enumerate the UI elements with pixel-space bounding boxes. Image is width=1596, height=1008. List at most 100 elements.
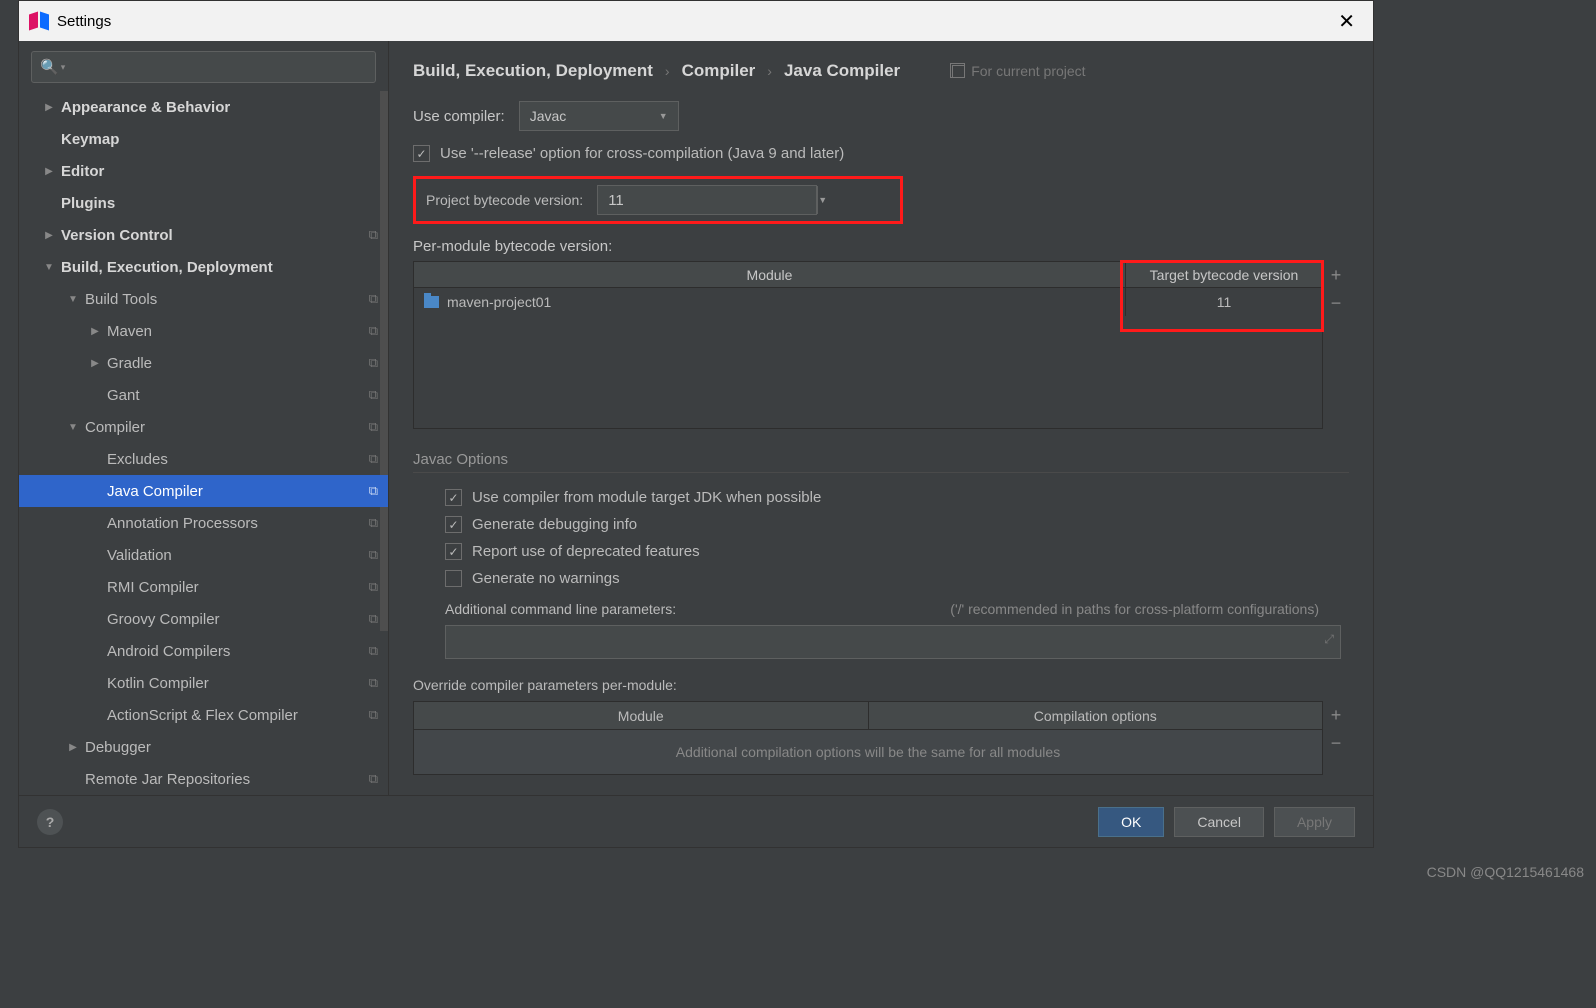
help-button[interactable]: ? bbox=[37, 809, 63, 835]
override-table: Module Compilation options Additional co… bbox=[413, 701, 1323, 775]
tree-arrow-icon: ▶ bbox=[43, 102, 55, 113]
use-compiler-label: Use compiler: bbox=[413, 108, 505, 125]
no-warnings-checkbox[interactable]: Generate no warnings bbox=[445, 570, 1349, 587]
sidebar-item-build-execution-deployment[interactable]: ▼Build, Execution, Deployment bbox=[19, 251, 388, 283]
watermark: CSDN @QQ1215461468 bbox=[1427, 864, 1584, 880]
sidebar-item-build-tools[interactable]: ▼Build Tools⧉ bbox=[19, 283, 388, 315]
tree-arrow-icon: ▼ bbox=[67, 294, 79, 305]
per-module-label: Per-module bytecode version: bbox=[413, 238, 1349, 255]
checkbox-icon bbox=[445, 516, 462, 533]
sidebar-item-gradle[interactable]: ▶Gradle⧉ bbox=[19, 347, 388, 379]
copy-icon: ⧉ bbox=[369, 547, 378, 563]
module-header: Module bbox=[414, 262, 1126, 287]
target-bytecode-header: Target bytecode version bbox=[1126, 262, 1322, 287]
tree-arrow-icon: ▶ bbox=[89, 326, 101, 337]
search-input[interactable]: 🔍▾ bbox=[31, 51, 376, 83]
sidebar-item-version-control[interactable]: ▶Version Control⧉ bbox=[19, 219, 388, 251]
override-empty-text: Additional compilation options will be t… bbox=[414, 730, 1322, 774]
module-bytecode-table: Module Target bytecode version maven-pro… bbox=[413, 261, 1323, 429]
use-module-jdk-checkbox[interactable]: Use compiler from module target JDK when… bbox=[445, 489, 1349, 506]
tree-arrow-icon: ▶ bbox=[89, 358, 101, 369]
sidebar-item-compiler[interactable]: ▼Compiler⧉ bbox=[19, 411, 388, 443]
chevron-down-icon: ▾ bbox=[61, 62, 66, 73]
crumb-3: Java Compiler bbox=[784, 61, 900, 81]
sidebar-item-keymap[interactable]: Keymap bbox=[19, 123, 388, 155]
generate-debug-checkbox[interactable]: Generate debugging info bbox=[445, 516, 1349, 533]
sidebar-item-annotation-processors[interactable]: Annotation Processors⧉ bbox=[19, 507, 388, 539]
chevron-right-icon: › bbox=[665, 63, 670, 79]
table-row[interactable]: maven-project01 11 bbox=[414, 288, 1322, 316]
tree-arrow-icon: ▶ bbox=[67, 742, 79, 753]
copy-icon: ⧉ bbox=[369, 771, 378, 787]
copy-icon: ⧉ bbox=[369, 675, 378, 691]
sidebar-item-groovy-compiler[interactable]: Groovy Compiler⧉ bbox=[19, 603, 388, 635]
sidebar-item-remote-jar-repositories[interactable]: Remote Jar Repositories⧉ bbox=[19, 763, 388, 795]
sidebar-item-maven[interactable]: ▶Maven⧉ bbox=[19, 315, 388, 347]
copy-icon: ⧉ bbox=[369, 515, 378, 531]
module-icon bbox=[424, 296, 439, 308]
copy-icon: ⧉ bbox=[369, 419, 378, 435]
tree-arrow-icon: ▼ bbox=[67, 422, 79, 433]
copy-icon: ⧉ bbox=[369, 355, 378, 371]
apply-button[interactable]: Apply bbox=[1274, 807, 1355, 837]
add-override-button[interactable]: + bbox=[1323, 701, 1349, 729]
chevron-down-icon: ▼ bbox=[659, 111, 668, 121]
sidebar-item-java-compiler[interactable]: Java Compiler⧉ bbox=[19, 475, 388, 507]
ok-button[interactable]: OK bbox=[1098, 807, 1164, 837]
copy-icon: ⧉ bbox=[369, 323, 378, 339]
copy-icon: ⧉ bbox=[369, 579, 378, 595]
window-title: Settings bbox=[57, 13, 1330, 30]
add-module-button[interactable]: + bbox=[1323, 261, 1349, 289]
close-icon[interactable]: ✕ bbox=[1330, 5, 1363, 38]
sidebar-item-validation[interactable]: Validation⧉ bbox=[19, 539, 388, 571]
copy-icon: ⧉ bbox=[369, 451, 378, 467]
checkbox-icon bbox=[445, 489, 462, 506]
sidebar-item-excludes[interactable]: Excludes⧉ bbox=[19, 443, 388, 475]
sidebar-item-rmi-compiler[interactable]: RMI Compiler⧉ bbox=[19, 571, 388, 603]
dialog-footer: ? OK Cancel Apply bbox=[19, 795, 1373, 847]
project-bytecode-select[interactable]: ▼ bbox=[597, 185, 817, 215]
additional-params-input[interactable]: ⤢ bbox=[445, 625, 1341, 659]
chevron-down-icon[interactable]: ▼ bbox=[817, 186, 827, 214]
expand-icon[interactable]: ⤢ bbox=[1324, 632, 1334, 647]
sidebar-item-appearance-behavior[interactable]: ▶Appearance & Behavior bbox=[19, 91, 388, 123]
sidebar-item-editor[interactable]: ▶Editor bbox=[19, 155, 388, 187]
override-options-header: Compilation options bbox=[869, 702, 1323, 729]
project-bytecode-input[interactable] bbox=[598, 192, 817, 209]
copy-icon: ⧉ bbox=[369, 387, 378, 403]
app-logo-icon bbox=[29, 11, 49, 31]
checkbox-icon bbox=[413, 145, 430, 162]
checkbox-icon bbox=[445, 570, 462, 587]
sidebar-item-kotlin-compiler[interactable]: Kotlin Compiler⧉ bbox=[19, 667, 388, 699]
sidebar-item-plugins[interactable]: Plugins bbox=[19, 187, 388, 219]
search-icon: 🔍 bbox=[40, 58, 59, 76]
sidebar-item-android-compilers[interactable]: Android Compilers⧉ bbox=[19, 635, 388, 667]
crumb-1[interactable]: Build, Execution, Deployment bbox=[413, 61, 653, 81]
use-compiler-select[interactable]: Javac ▼ bbox=[519, 101, 679, 131]
settings-tree[interactable]: ▶Appearance & BehaviorKeymap▶EditorPlugi… bbox=[19, 91, 388, 795]
override-params-label: Override compiler parameters per-module: bbox=[413, 677, 1349, 693]
breadcrumb: Build, Execution, Deployment › Compiler … bbox=[413, 55, 1349, 87]
copy-icon: ⧉ bbox=[369, 611, 378, 627]
dialog-body: 🔍▾ ▶Appearance & BehaviorKeymap▶EditorPl… bbox=[19, 41, 1373, 795]
copy-icon: ⧉ bbox=[369, 483, 378, 499]
remove-module-button[interactable]: − bbox=[1323, 289, 1349, 317]
project-bytecode-highlight: Project bytecode version: ▼ bbox=[413, 176, 903, 224]
cancel-button[interactable]: Cancel bbox=[1174, 807, 1264, 837]
report-deprecated-checkbox[interactable]: Report use of deprecated features bbox=[445, 543, 1349, 560]
copy-icon: ⧉ bbox=[369, 707, 378, 723]
sidebar-item-actionscript-flex-compiler[interactable]: ActionScript & Flex Compiler⧉ bbox=[19, 699, 388, 731]
tree-arrow-icon: ▼ bbox=[43, 262, 55, 273]
checkbox-icon bbox=[445, 543, 462, 560]
tree-arrow-icon: ▶ bbox=[43, 230, 55, 241]
crumb-2[interactable]: Compiler bbox=[682, 61, 756, 81]
target-bytecode-value[interactable]: 11 bbox=[1126, 288, 1322, 316]
sidebar-item-gant[interactable]: Gant⧉ bbox=[19, 379, 388, 411]
chevron-right-icon: › bbox=[767, 63, 772, 79]
release-option-checkbox[interactable]: Use '--release' option for cross-compila… bbox=[413, 145, 1349, 162]
sidebar-item-debugger[interactable]: ▶Debugger bbox=[19, 731, 388, 763]
additional-params-label: Additional command line parameters: bbox=[445, 601, 676, 617]
remove-override-button[interactable]: − bbox=[1323, 729, 1349, 757]
project-bytecode-label: Project bytecode version: bbox=[426, 192, 583, 208]
copy-icon: ⧉ bbox=[369, 643, 378, 659]
